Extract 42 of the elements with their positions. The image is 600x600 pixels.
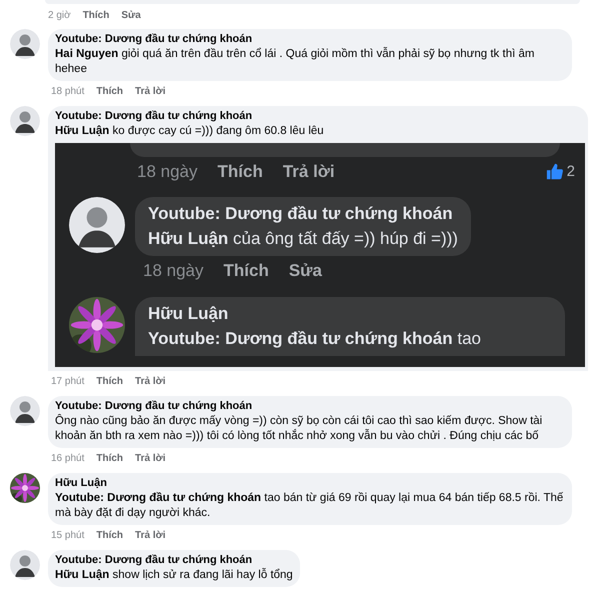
comment-text: Youtube: Dương đầu tư chứng khoán tao bán từ giá 69 rồi quay lại mua 64 bán tiếp 68.5 rồi. Thế mà bày đặt đi dạy người khác. bbox=[55, 491, 564, 521]
comment-text: Hữu Luận của ông tất đấy =)) húp đi =))) bbox=[148, 228, 458, 250]
action-link[interactable]: Thích bbox=[218, 159, 263, 184]
action-link[interactable]: Trả lời bbox=[135, 528, 166, 543]
author-name[interactable]: Hữu Luận bbox=[148, 301, 552, 326]
comment-time: 18 phút bbox=[51, 85, 84, 99]
comment-text: Hữu Luận ko được cay cú =))) đang ôm 60.8 lêu lêu bbox=[55, 124, 325, 139]
avatar-icon bbox=[10, 29, 40, 59]
comment-time: 17 phút bbox=[51, 375, 84, 389]
action-link[interactable]: Trả lời bbox=[135, 451, 166, 466]
author-name[interactable]: Youtube: Dương đầu tư chứng khoán bbox=[55, 399, 565, 414]
action-link[interactable]: Thích bbox=[96, 528, 124, 543]
action-link[interactable]: Trả lời bbox=[135, 84, 166, 99]
avatar-icon bbox=[10, 106, 40, 136]
comment-text: Youtube: Dương đầu tư chứng khoán tao bbox=[148, 328, 482, 350]
action-link[interactable]: Thích bbox=[96, 451, 124, 466]
author-name[interactable]: Youtube: Dương đầu tư chứng khoán bbox=[55, 553, 293, 568]
avatar-icon bbox=[10, 550, 40, 580]
action-link[interactable]: Thích bbox=[82, 8, 110, 22]
action-link[interactable]: Trả lời bbox=[282, 159, 335, 184]
action-link[interactable]: Thích bbox=[96, 84, 124, 99]
action-link[interactable]: Sửa bbox=[288, 258, 322, 283]
action-link[interactable]: Sửa bbox=[121, 8, 141, 22]
comment-time: 2 giờ bbox=[48, 8, 71, 22]
comment-text: Hai Nguyen giỏi quá ăn trên đầu trên cổ lái . Quá giỏi mồm thì vẫn phải sỹ bọ nhưng tk thì âm hehee bbox=[55, 47, 536, 77]
comment-text: Ông nào cũng bảo ăn được mấy vòng =)) còn sỹ bọ còn cái tôi cao thì sao kiếm được. Show tài khoản ăn bth ra xem nào =))) tôi có lòng tốt nhắc nhở xong vẫn bu vào chửi . Đúng chịu các bố bbox=[55, 414, 544, 444]
like-count: 2 bbox=[566, 162, 575, 182]
comment-time: 15 phút bbox=[51, 529, 84, 543]
action-link[interactable]: Thích bbox=[96, 374, 124, 389]
author-name[interactable]: Youtube: Dương đầu tư chứng khoán bbox=[55, 109, 581, 124]
author-name[interactable]: Hữu Luận bbox=[55, 476, 565, 491]
avatar-icon bbox=[69, 196, 125, 252]
avatar-icon bbox=[10, 396, 40, 426]
comment-time: 18 ngày bbox=[137, 161, 198, 183]
comment-time: 16 phút bbox=[51, 452, 84, 466]
action-link[interactable]: Thích bbox=[224, 258, 269, 283]
author-name[interactable]: Youtube: Dương đầu tư chứng khoán bbox=[148, 200, 458, 226]
comment-text: Hữu Luận show lịch sử ra đang lãi hay lỗ tổng bbox=[55, 568, 293, 583]
author-name[interactable]: Youtube: Dương đầu tư chứng khoán bbox=[55, 32, 565, 47]
comment-time: 18 ngày bbox=[143, 260, 204, 282]
thumbs-up-icon bbox=[546, 162, 564, 181]
action-link[interactable]: Trả lời bbox=[135, 374, 166, 389]
